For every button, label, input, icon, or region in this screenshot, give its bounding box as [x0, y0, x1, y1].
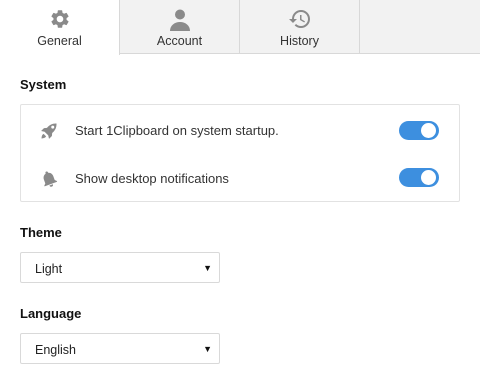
- tab-bar: General Account History: [0, 0, 480, 55]
- tab-general[interactable]: General: [0, 0, 120, 55]
- notifications-setting-row: Show desktop notifications: [21, 154, 459, 202]
- startup-toggle[interactable]: [399, 121, 439, 140]
- tab-label: General: [37, 34, 82, 48]
- system-settings-panel: Start 1Clipboard on system startup. Show…: [20, 104, 460, 202]
- language-section-title: Language: [20, 306, 82, 321]
- startup-setting-row: Start 1Clipboard on system startup.: [21, 106, 459, 154]
- tab-label: Account: [156, 34, 203, 48]
- theme-select-value: Light: [35, 262, 63, 276]
- history-icon: [288, 6, 312, 32]
- caret-down-icon: ▼: [203, 263, 212, 273]
- system-section-title: System: [20, 77, 67, 92]
- rocket-icon: [39, 121, 59, 141]
- language-select[interactable]: English ▼: [20, 333, 220, 364]
- toggle-knob: [421, 170, 436, 185]
- caret-down-icon: ▼: [203, 344, 212, 354]
- theme-section-title: Theme: [20, 225, 62, 240]
- bell-icon: [39, 169, 59, 189]
- startup-setting-label: Start 1Clipboard on system startup.: [75, 122, 279, 138]
- theme-select[interactable]: Light ▼: [20, 252, 220, 283]
- tab-history[interactable]: History: [240, 0, 360, 54]
- language-select-value: English: [35, 343, 76, 357]
- tab-label: History: [280, 34, 319, 48]
- tab-account[interactable]: Account: [120, 0, 240, 54]
- user-icon: [168, 6, 192, 32]
- notifications-toggle[interactable]: [399, 168, 439, 187]
- notifications-setting-label: Show desktop notifications: [75, 170, 229, 186]
- gear-icon: [49, 6, 71, 32]
- toggle-knob: [421, 123, 436, 138]
